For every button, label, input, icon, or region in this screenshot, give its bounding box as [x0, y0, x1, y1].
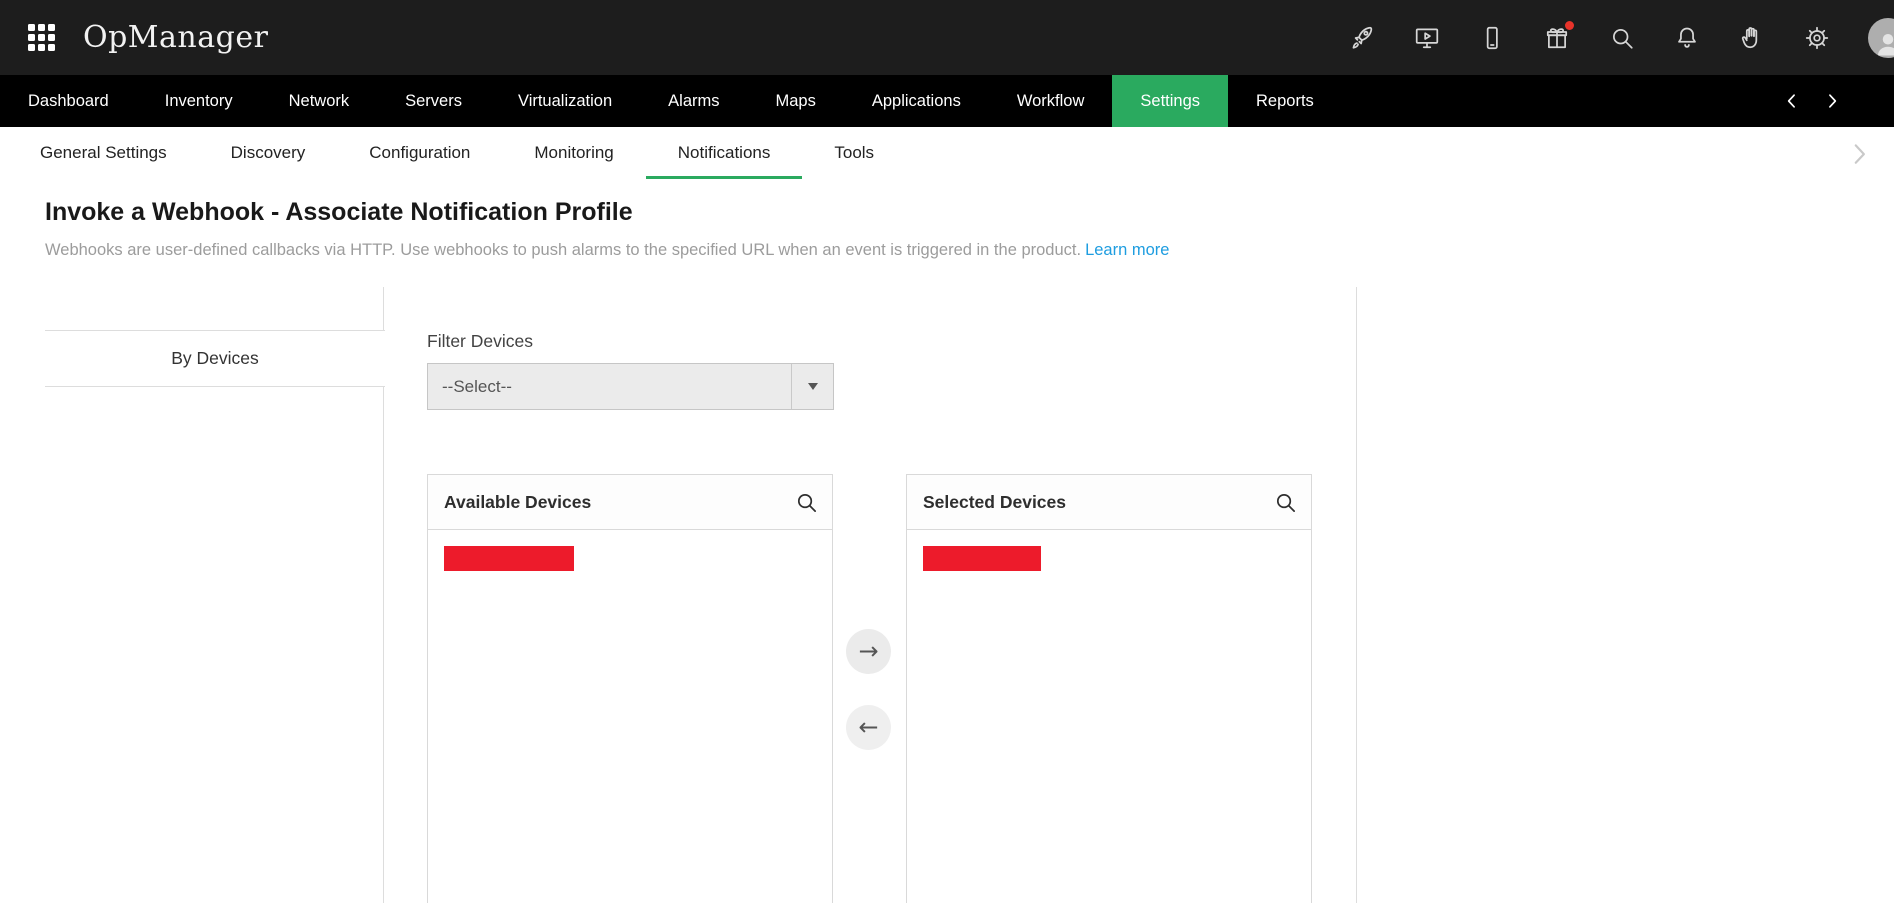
hand-icon[interactable] — [1738, 24, 1765, 51]
demo-screen-icon[interactable] — [1413, 24, 1440, 51]
main-navigation: Dashboard Inventory Network Servers Virt… — [0, 75, 1894, 127]
phone-support-icon[interactable] — [1478, 24, 1505, 51]
user-avatar[interactable] — [1868, 18, 1894, 58]
available-device-item[interactable] — [444, 546, 574, 571]
gift-icon[interactable] — [1543, 24, 1570, 51]
move-left-button[interactable]: ← — [846, 705, 891, 750]
app-logo: OpManager — [83, 20, 268, 55]
search-icon[interactable] — [795, 491, 818, 514]
nav-item-inventory[interactable]: Inventory — [137, 75, 261, 127]
selected-devices-list — [907, 530, 1311, 903]
nav-item-alarms[interactable]: Alarms — [640, 75, 747, 127]
nav-item-dashboard[interactable]: Dashboard — [0, 75, 137, 127]
learn-more-link[interactable]: Learn more — [1085, 241, 1169, 259]
top-header: OpManager — [0, 0, 1894, 75]
filter-devices-label: Filter Devices — [427, 331, 533, 352]
nav-item-virtualization[interactable]: Virtualization — [490, 75, 640, 127]
nav-item-servers[interactable]: Servers — [377, 75, 490, 127]
available-devices-title: Available Devices — [428, 492, 591, 513]
subnav-chevron-right-icon[interactable] — [1846, 140, 1872, 166]
search-icon[interactable] — [1274, 491, 1297, 514]
subnav-item-discovery[interactable]: Discovery — [199, 127, 338, 179]
page-title: Invoke a Webhook - Associate Notificatio… — [45, 198, 633, 227]
search-icon[interactable] — [1608, 24, 1635, 51]
side-tab-by-devices[interactable]: By Devices — [45, 330, 385, 387]
app-launcher-grid-icon[interactable] — [28, 24, 55, 51]
nav-item-workflow[interactable]: Workflow — [989, 75, 1113, 127]
subnav-item-tools[interactable]: Tools — [802, 127, 906, 179]
content-right-divider — [1356, 287, 1357, 903]
gear-icon[interactable] — [1803, 24, 1830, 51]
bell-icon[interactable] — [1673, 24, 1700, 51]
page-subtitle: Webhooks are user-defined callbacks via … — [45, 241, 1169, 260]
selected-devices-title: Selected Devices — [907, 492, 1066, 513]
settings-subnav: General Settings Discovery Configuration… — [0, 127, 1894, 179]
nav-item-settings[interactable]: Settings — [1112, 75, 1228, 127]
available-devices-panel: Available Devices — [427, 474, 833, 903]
subnav-item-configuration[interactable]: Configuration — [337, 127, 502, 179]
available-devices-header: Available Devices — [428, 475, 832, 530]
selected-devices-panel: Selected Devices — [906, 474, 1312, 903]
nav-item-applications[interactable]: Applications — [844, 75, 989, 127]
selected-devices-header: Selected Devices — [907, 475, 1311, 530]
nav-item-network[interactable]: Network — [261, 75, 378, 127]
available-devices-list — [428, 530, 832, 903]
chevron-left-icon[interactable] — [1782, 91, 1802, 111]
rocket-icon[interactable] — [1348, 24, 1375, 51]
nav-item-reports[interactable]: Reports — [1228, 75, 1342, 127]
selected-device-item[interactable] — [923, 546, 1041, 571]
move-right-button[interactable]: → — [846, 629, 891, 674]
subnav-item-monitoring[interactable]: Monitoring — [502, 127, 645, 179]
chevron-right-icon[interactable] — [1822, 91, 1842, 111]
subnav-item-general-settings[interactable]: General Settings — [8, 127, 199, 179]
select-current-value: --Select-- — [428, 377, 512, 397]
select-dropdown-toggle[interactable] — [791, 364, 833, 409]
nav-scroll-controls — [1782, 75, 1894, 127]
caret-down-icon — [808, 383, 818, 390]
page-subtitle-text: Webhooks are user-defined callbacks via … — [45, 241, 1081, 259]
opmanager-app: OpManager — [0, 0, 1894, 903]
nav-item-maps[interactable]: Maps — [748, 75, 844, 127]
gift-badge-dot — [1565, 21, 1574, 30]
filter-devices-select[interactable]: --Select-- — [427, 363, 834, 410]
header-actions — [1348, 18, 1894, 58]
subnav-item-notifications[interactable]: Notifications — [646, 127, 803, 179]
